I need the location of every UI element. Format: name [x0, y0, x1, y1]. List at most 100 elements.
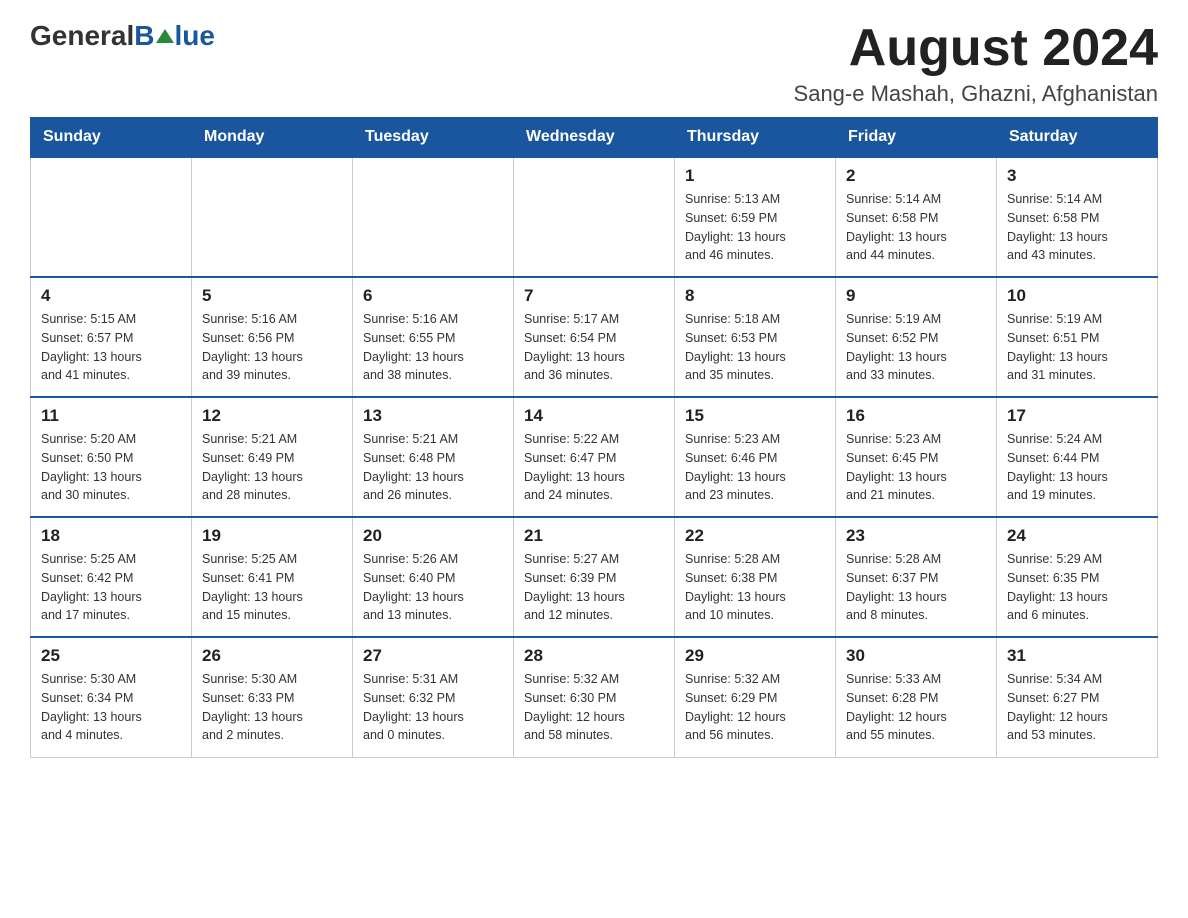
- day-info: Sunrise: 5:33 AM Sunset: 6:28 PM Dayligh…: [846, 670, 986, 745]
- calendar-cell: 21 Sunrise: 5:27 AM Sunset: 6:39 PM Dayli…: [514, 517, 675, 637]
- day-info: Sunrise: 5:15 AM Sunset: 6:57 PM Dayligh…: [41, 310, 181, 385]
- week-row-1: 1 Sunrise: 5:13 AM Sunset: 6:59 PM Daylig…: [31, 157, 1158, 277]
- logo-triangle-icon: [156, 27, 174, 45]
- day-number: 22: [685, 526, 825, 546]
- day-info: Sunrise: 5:28 AM Sunset: 6:37 PM Dayligh…: [846, 550, 986, 625]
- month-title: August 2024: [794, 20, 1158, 77]
- calendar-cell: 30 Sunrise: 5:33 AM Sunset: 6:28 PM Dayli…: [836, 637, 997, 757]
- calendar-cell: 3Sunrise: 5:14 AM Sunset: 6:58 PM Daylig…: [997, 157, 1158, 277]
- calendar-cell: 1 Sunrise: 5:13 AM Sunset: 6:59 PM Daylig…: [675, 157, 836, 277]
- day-number: 29: [685, 646, 825, 666]
- week-row-3: 11Sunrise: 5:20 AM Sunset: 6:50 PM Dayli…: [31, 397, 1158, 517]
- calendar-cell: 10Sunrise: 5:19 AM Sunset: 6:51 PM Dayli…: [997, 277, 1158, 397]
- calendar-cell: 31 Sunrise: 5:34 AM Sunset: 6:27 PM Dayli…: [997, 637, 1158, 757]
- calendar-cell: 9Sunrise: 5:19 AM Sunset: 6:52 PM Daylig…: [836, 277, 997, 397]
- day-number: 26: [202, 646, 342, 666]
- day-info: Sunrise: 5:23 AM Sunset: 6:46 PM Dayligh…: [685, 430, 825, 505]
- day-number: 20: [363, 526, 503, 546]
- calendar-cell: 27 Sunrise: 5:31 AM Sunset: 6:32 PM Dayli…: [353, 637, 514, 757]
- day-number: 21: [524, 526, 664, 546]
- calendar-cell: 14Sunrise: 5:22 AM Sunset: 6:47 PM Dayli…: [514, 397, 675, 517]
- day-number: 9: [846, 286, 986, 306]
- day-number: 28: [524, 646, 664, 666]
- day-info: Sunrise: 5:25 AM Sunset: 6:41 PM Dayligh…: [202, 550, 342, 625]
- day-info: Sunrise: 5:31 AM Sunset: 6:32 PM Dayligh…: [363, 670, 503, 745]
- day-number: 31: [1007, 646, 1147, 666]
- calendar-cell: 25 Sunrise: 5:30 AM Sunset: 6:34 PM Dayli…: [31, 637, 192, 757]
- calendar-cell: [192, 157, 353, 277]
- day-number: 30: [846, 646, 986, 666]
- day-number: 27: [363, 646, 503, 666]
- day-info: Sunrise: 5:16 AM Sunset: 6:56 PM Dayligh…: [202, 310, 342, 385]
- col-wednesday: Wednesday: [514, 118, 675, 158]
- calendar-cell: 15 Sunrise: 5:23 AM Sunset: 6:46 PM Dayli…: [675, 397, 836, 517]
- logo-b-text: B: [134, 20, 154, 52]
- day-info: Sunrise: 5:27 AM Sunset: 6:39 PM Dayligh…: [524, 550, 664, 625]
- day-number: 10: [1007, 286, 1147, 306]
- day-info: Sunrise: 5:32 AM Sunset: 6:29 PM Dayligh…: [685, 670, 825, 745]
- day-info: Sunrise: 5:30 AM Sunset: 6:34 PM Dayligh…: [41, 670, 181, 745]
- calendar-cell: 26 Sunrise: 5:30 AM Sunset: 6:33 PM Dayli…: [192, 637, 353, 757]
- calendar-cell: 6 Sunrise: 5:16 AM Sunset: 6:55 PM Daylig…: [353, 277, 514, 397]
- day-number: 6: [363, 286, 503, 306]
- day-number: 14: [524, 406, 664, 426]
- day-info: Sunrise: 5:21 AM Sunset: 6:48 PM Dayligh…: [363, 430, 503, 505]
- day-info: Sunrise: 5:20 AM Sunset: 6:50 PM Dayligh…: [41, 430, 181, 505]
- calendar-cell: 17Sunrise: 5:24 AM Sunset: 6:44 PM Dayli…: [997, 397, 1158, 517]
- calendar-cell: 11Sunrise: 5:20 AM Sunset: 6:50 PM Dayli…: [31, 397, 192, 517]
- calendar-cell: 24Sunrise: 5:29 AM Sunset: 6:35 PM Dayli…: [997, 517, 1158, 637]
- calendar-cell: 20 Sunrise: 5:26 AM Sunset: 6:40 PM Dayli…: [353, 517, 514, 637]
- day-info: Sunrise: 5:32 AM Sunset: 6:30 PM Dayligh…: [524, 670, 664, 745]
- day-number: 15: [685, 406, 825, 426]
- day-number: 5: [202, 286, 342, 306]
- day-number: 13: [363, 406, 503, 426]
- calendar-table: Sunday Monday Tuesday Wednesday Thursday…: [30, 117, 1158, 758]
- day-number: 17: [1007, 406, 1147, 426]
- calendar-cell: 29 Sunrise: 5:32 AM Sunset: 6:29 PM Dayli…: [675, 637, 836, 757]
- calendar-cell: [514, 157, 675, 277]
- day-info: Sunrise: 5:21 AM Sunset: 6:49 PM Dayligh…: [202, 430, 342, 505]
- logo: General B lue: [30, 20, 215, 52]
- location-title: Sang-e Mashah, Ghazni, Afghanistan: [794, 81, 1158, 107]
- day-number: 8: [685, 286, 825, 306]
- week-row-5: 25 Sunrise: 5:30 AM Sunset: 6:34 PM Dayli…: [31, 637, 1158, 757]
- calendar-cell: 16 Sunrise: 5:23 AM Sunset: 6:45 PM Dayli…: [836, 397, 997, 517]
- day-number: 7: [524, 286, 664, 306]
- day-info: Sunrise: 5:29 AM Sunset: 6:35 PM Dayligh…: [1007, 550, 1147, 625]
- calendar-cell: 8 Sunrise: 5:18 AM Sunset: 6:53 PM Daylig…: [675, 277, 836, 397]
- calendar-cell: 2 Sunrise: 5:14 AM Sunset: 6:58 PM Daylig…: [836, 157, 997, 277]
- day-info: Sunrise: 5:23 AM Sunset: 6:45 PM Dayligh…: [846, 430, 986, 505]
- week-row-4: 18Sunrise: 5:25 AM Sunset: 6:42 PM Dayli…: [31, 517, 1158, 637]
- col-saturday: Saturday: [997, 118, 1158, 158]
- day-info: Sunrise: 5:30 AM Sunset: 6:33 PM Dayligh…: [202, 670, 342, 745]
- day-number: 3: [1007, 166, 1147, 186]
- col-tuesday: Tuesday: [353, 118, 514, 158]
- day-info: Sunrise: 5:18 AM Sunset: 6:53 PM Dayligh…: [685, 310, 825, 385]
- week-row-2: 4 Sunrise: 5:15 AM Sunset: 6:57 PM Daylig…: [31, 277, 1158, 397]
- calendar-cell: 19Sunrise: 5:25 AM Sunset: 6:41 PM Dayli…: [192, 517, 353, 637]
- day-info: Sunrise: 5:34 AM Sunset: 6:27 PM Dayligh…: [1007, 670, 1147, 745]
- calendar-header-row: Sunday Monday Tuesday Wednesday Thursday…: [31, 118, 1158, 158]
- logo-blue-part: B lue: [134, 20, 215, 52]
- calendar-cell: 22Sunrise: 5:28 AM Sunset: 6:38 PM Dayli…: [675, 517, 836, 637]
- day-info: Sunrise: 5:13 AM Sunset: 6:59 PM Dayligh…: [685, 190, 825, 265]
- day-number: 18: [41, 526, 181, 546]
- calendar-cell: 12Sunrise: 5:21 AM Sunset: 6:49 PM Dayli…: [192, 397, 353, 517]
- calendar-cell: [353, 157, 514, 277]
- calendar-cell: 13 Sunrise: 5:21 AM Sunset: 6:48 PM Dayli…: [353, 397, 514, 517]
- logo-lue-text: lue: [175, 20, 215, 52]
- day-number: 1: [685, 166, 825, 186]
- day-number: 25: [41, 646, 181, 666]
- calendar-cell: 4 Sunrise: 5:15 AM Sunset: 6:57 PM Daylig…: [31, 277, 192, 397]
- day-info: Sunrise: 5:14 AM Sunset: 6:58 PM Dayligh…: [846, 190, 986, 265]
- day-number: 2: [846, 166, 986, 186]
- day-info: Sunrise: 5:26 AM Sunset: 6:40 PM Dayligh…: [363, 550, 503, 625]
- day-info: Sunrise: 5:16 AM Sunset: 6:55 PM Dayligh…: [363, 310, 503, 385]
- calendar-cell: 28 Sunrise: 5:32 AM Sunset: 6:30 PM Dayli…: [514, 637, 675, 757]
- day-number: 4: [41, 286, 181, 306]
- header: General B lue August 2024 Sang-e Mashah,…: [30, 20, 1158, 107]
- day-number: 23: [846, 526, 986, 546]
- day-number: 16: [846, 406, 986, 426]
- col-friday: Friday: [836, 118, 997, 158]
- col-thursday: Thursday: [675, 118, 836, 158]
